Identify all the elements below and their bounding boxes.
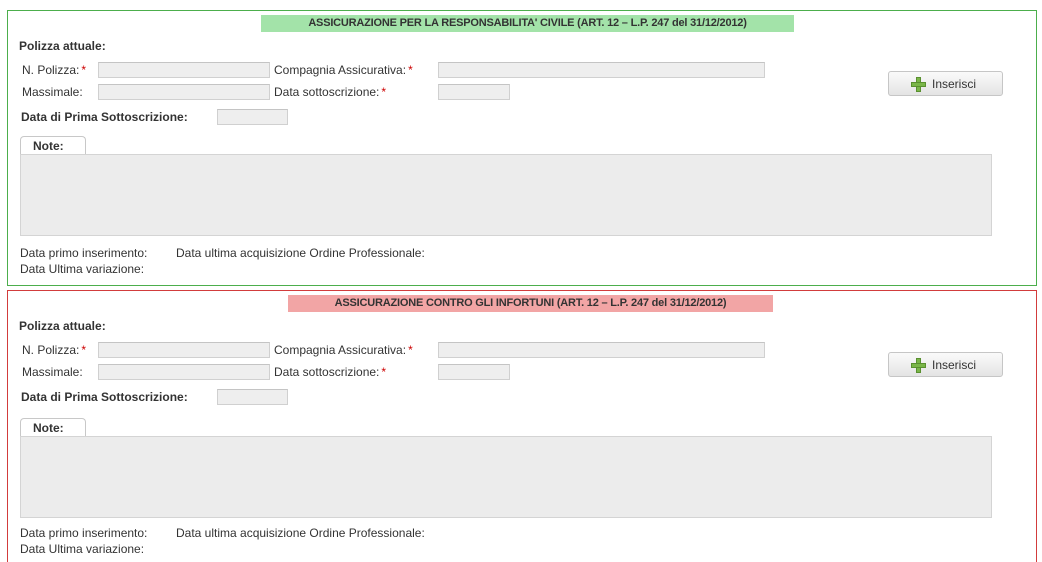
- infortuni-insurance-panel: ASSICURAZIONE CONTRO GLI INFORTUNI (ART.…: [7, 290, 1037, 562]
- compagnia-field[interactable]: [438, 62, 765, 78]
- data-sottoscrizione-label: Data sottoscrizione: *: [274, 85, 387, 99]
- tab-note[interactable]: Note:: [20, 136, 86, 154]
- massimale-label: Massimale:: [22, 365, 83, 379]
- required-marker: *: [408, 343, 413, 357]
- insert-button[interactable]: Inserisci: [888, 71, 1003, 96]
- section-title: ASSICURAZIONE CONTRO GLI INFORTUNI (ART.…: [288, 295, 773, 312]
- compagnia-label: Compagnia Assicurativa: *: [274, 343, 413, 357]
- insert-button-label: Inserisci: [932, 358, 977, 372]
- tab-note[interactable]: Note:: [20, 418, 86, 436]
- notes-textarea[interactable]: [20, 154, 992, 236]
- required-marker: *: [81, 63, 87, 77]
- compagnia-field[interactable]: [438, 342, 765, 358]
- n-polizza-field[interactable]: [98, 342, 270, 358]
- n-polizza-field[interactable]: [98, 62, 270, 78]
- prima-sottoscrizione-field[interactable]: [217, 389, 288, 405]
- data-sottoscrizione-label: Data sottoscrizione: *: [274, 365, 387, 379]
- section-title: ASSICURAZIONE PER LA RESPONSABILITA' CIV…: [261, 15, 794, 32]
- insert-button[interactable]: Inserisci: [888, 352, 1003, 377]
- data-ultima-variazione-label: Data Ultima variazione:: [20, 542, 145, 556]
- rc-insurance-panel: ASSICURAZIONE PER LA RESPONSABILITA' CIV…: [7, 10, 1037, 286]
- massimale-field[interactable]: [98, 84, 270, 100]
- massimale-field[interactable]: [98, 364, 270, 380]
- required-marker: *: [381, 365, 387, 379]
- notes-textarea[interactable]: [20, 436, 992, 518]
- prima-sottoscrizione-field[interactable]: [217, 109, 288, 125]
- data-sottoscrizione-field[interactable]: [438, 84, 510, 100]
- data-primo-inserimento-label: Data primo inserimento:: [20, 246, 148, 260]
- data-primo-inserimento-label: Data primo inserimento:: [20, 526, 148, 540]
- plus-icon: [911, 358, 926, 373]
- prima-sottoscrizione-label: Data di Prima Sottoscrizione:: [21, 110, 188, 124]
- required-marker: *: [81, 343, 87, 357]
- prima-sottoscrizione-label: Data di Prima Sottoscrizione:: [21, 390, 188, 404]
- data-sottoscrizione-field[interactable]: [438, 364, 510, 380]
- required-marker: *: [408, 63, 413, 77]
- massimale-label: Massimale:: [22, 85, 83, 99]
- insert-button-label: Inserisci: [932, 77, 977, 91]
- polizza-heading: Polizza attuale:: [19, 319, 106, 333]
- n-polizza-label: N. Polizza: *: [22, 343, 87, 357]
- n-polizza-label: N. Polizza: *: [22, 63, 87, 77]
- data-ultima-variazione-label: Data Ultima variazione:: [20, 262, 145, 276]
- data-ultima-acquisizione-label: Data ultima acquisizione Ordine Professi…: [176, 526, 425, 540]
- required-marker: *: [381, 85, 387, 99]
- data-ultima-acquisizione-label: Data ultima acquisizione Ordine Professi…: [176, 246, 425, 260]
- compagnia-label: Compagnia Assicurativa: *: [274, 63, 413, 77]
- polizza-heading: Polizza attuale:: [19, 39, 106, 53]
- plus-icon: [911, 77, 926, 92]
